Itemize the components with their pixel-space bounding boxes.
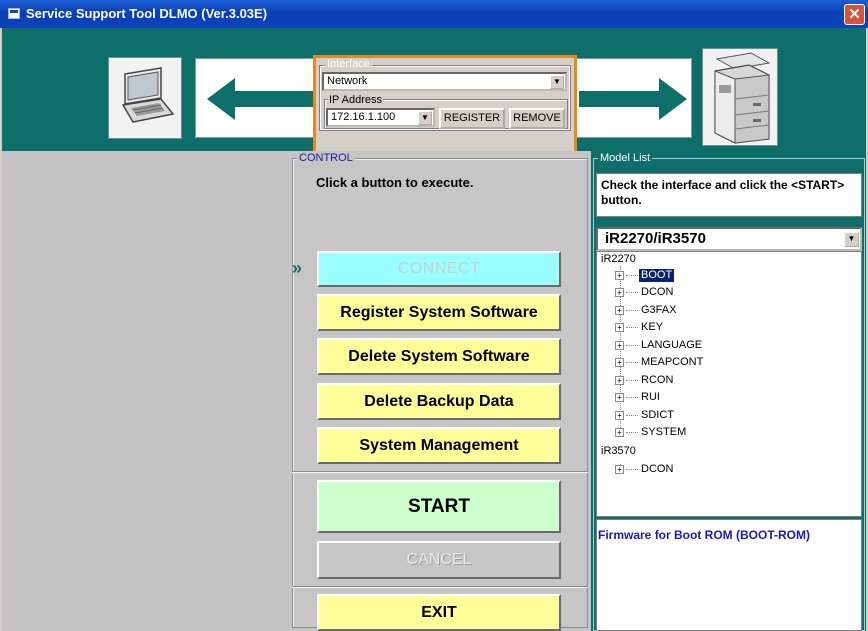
remove-button[interactable]: REMOVE	[509, 108, 565, 129]
expand-icon[interactable]: +	[615, 271, 624, 280]
window-title: Service Support Tool DLMO (Ver.3.03E)	[26, 6, 268, 21]
app-icon	[8, 8, 20, 19]
title-bar: Service Support Tool DLMO (Ver.3.03E) ✕	[0, 0, 868, 28]
tree-item-label[interactable]: SYSTEM	[641, 426, 686, 439]
control-divider	[292, 471, 588, 473]
interface-legend: Interface	[325, 58, 372, 70]
delete-backup-data-button[interactable]: Delete Backup Data	[317, 383, 561, 420]
chevron-down-icon[interactable]: ▼	[844, 232, 859, 247]
laptop-icon	[108, 57, 182, 139]
left-pane	[2, 151, 289, 631]
tree-connector	[626, 415, 638, 416]
expand-icon[interactable]: +	[615, 323, 624, 332]
expand-icon[interactable]: +	[615, 411, 624, 420]
start-button[interactable]: START	[317, 480, 561, 533]
tree-item-label[interactable]: RUI	[641, 391, 660, 404]
double-chevron-right-icon: »	[292, 258, 302, 278]
model-list-panel: Model List Check the interface and click…	[591, 151, 866, 631]
close-button[interactable]: ✕	[844, 4, 865, 25]
register-system-software-button[interactable]: Register System Software	[317, 294, 561, 331]
tree-connector	[626, 327, 638, 328]
tree-item-label[interactable]: KEY	[641, 321, 663, 334]
firmware-tree[interactable]: iR2270 + BOOT + DCON + G3FAX + KEY + LAN…	[596, 251, 862, 517]
tree-connector	[626, 345, 638, 346]
chevron-down-icon[interactable]: ▼	[418, 111, 432, 125]
ip-address-value: 172.16.1.100	[331, 111, 396, 123]
control-panel: CONTROL Click a button to execute. » CON…	[289, 151, 591, 631]
expand-icon[interactable]: +	[615, 465, 624, 474]
tree-item-label[interactable]: G3FAX	[641, 304, 676, 317]
model-select[interactable]: iR2270/iR3570 ▼	[596, 227, 862, 251]
tree-item-label[interactable]: SDICT	[641, 409, 674, 422]
ip-address-legend: IP Address	[328, 94, 383, 106]
arrow-right-icon	[579, 78, 687, 120]
expand-icon[interactable]: +	[615, 341, 624, 350]
expand-icon[interactable]: +	[615, 428, 624, 437]
tree-item-label[interactable]: DCON	[641, 463, 673, 476]
model-list-legend: Model List	[598, 152, 653, 164]
expand-icon[interactable]: +	[615, 306, 624, 315]
ip-address-select[interactable]: 172.16.1.100 ▼	[326, 108, 435, 127]
tree-item-label[interactable]: DCON	[641, 286, 673, 299]
cancel-button: CANCEL	[317, 541, 561, 579]
tree-connector	[626, 275, 638, 276]
tree-connector	[626, 397, 638, 398]
delete-system-software-button[interactable]: Delete System Software	[317, 338, 561, 375]
tree-item-label[interactable]: RCON	[641, 374, 673, 387]
arrow-left-icon	[207, 78, 315, 120]
control-divider	[292, 586, 588, 588]
control-legend: CONTROL	[297, 152, 355, 164]
interface-select[interactable]: Network ▼	[322, 72, 567, 91]
tree-group-label[interactable]: iR2270	[601, 253, 636, 266]
tree-connector	[626, 310, 638, 311]
expand-icon[interactable]: +	[615, 358, 624, 367]
exit-button[interactable]: EXIT	[317, 594, 561, 631]
tree-item-label[interactable]: LANGUAGE	[641, 339, 702, 352]
model-select-value: iR2270/iR3570	[605, 230, 706, 247]
expand-icon[interactable]: +	[615, 393, 624, 402]
tree-connector	[626, 362, 638, 363]
header-strip: Interface Network ▼ IP Address 172.16.1.…	[2, 28, 866, 161]
model-list-instruction: Check the interface and click the <START…	[596, 173, 862, 217]
tree-connector	[626, 380, 638, 381]
tree-item-label[interactable]: BOOT	[639, 269, 675, 282]
control-instruction: Click a button to execute.	[316, 175, 474, 190]
tree-connector	[626, 469, 638, 470]
tree-connector	[626, 292, 638, 293]
connect-button[interactable]: CONNECT	[317, 251, 561, 287]
system-management-button[interactable]: System Management	[317, 427, 561, 464]
expand-icon[interactable]: +	[615, 376, 624, 385]
tree-group-label[interactable]: iR3570	[601, 445, 636, 458]
tree-item-label[interactable]: MEAPCONT	[641, 356, 703, 369]
printer-icon	[702, 48, 778, 146]
chevron-down-icon[interactable]: ▼	[550, 75, 564, 89]
firmware-description: Firmware for Boot ROM (BOOT-ROM)	[596, 519, 862, 631]
interface-select-value: Network	[327, 75, 368, 87]
interface-panel: Interface Network ▼ IP Address 172.16.1.…	[313, 55, 577, 161]
tree-connector	[626, 432, 638, 433]
expand-icon[interactable]: +	[615, 288, 624, 297]
register-button[interactable]: REGISTER	[439, 108, 505, 129]
